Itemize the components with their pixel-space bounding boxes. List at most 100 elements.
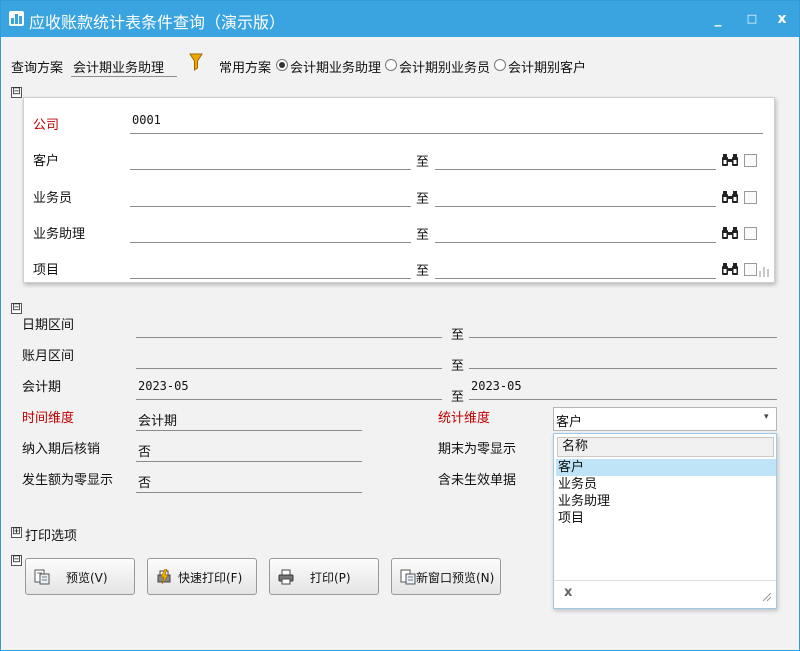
dropdown-option-salesperson[interactable]: 业务员 (556, 476, 776, 493)
sales-assistant-to-label: 至 (416, 228, 430, 243)
zero-amount-underline (136, 492, 362, 493)
salesperson-search-binoculars-icon[interactable] (721, 190, 739, 204)
app-icon (9, 11, 24, 26)
minimize-button[interactable]: _ (705, 7, 731, 31)
project-label: 项目 (33, 263, 60, 278)
print-label: 打印(P) (310, 571, 351, 585)
period-from-field[interactable]: 2023-05 (138, 379, 189, 393)
report-query-window: 应收账款统计表条件查询（演示版） _ □ x 查询方案 会计期业务助理 常用方案… (0, 0, 800, 651)
filters-panel: 公司 0001 客户 至 业务员 至 业务助理 至 项目 至 (23, 97, 775, 283)
filters-collapse-toggle[interactable]: ⊟ (11, 87, 22, 98)
sales-assistant-from-field[interactable] (130, 242, 411, 243)
new-window-preview-icon (400, 569, 416, 585)
project-checkbox[interactable] (744, 263, 757, 276)
scheme-radio-3[interactable] (494, 59, 506, 71)
preview-button[interactable]: 预览(V) (25, 558, 135, 595)
customer-search-binoculars-icon[interactable] (721, 153, 739, 167)
company-label: 公司 (33, 118, 60, 133)
query-scheme-input[interactable]: 会计期业务助理 (73, 57, 164, 76)
scheme-option-2[interactable]: 会计期别业务员 (399, 57, 490, 76)
sales-assistant-checkbox[interactable] (744, 227, 757, 240)
period-to-underline (469, 399, 777, 400)
sales-assistant-label: 业务助理 (33, 227, 86, 242)
month-from-field[interactable] (136, 368, 442, 369)
quick-print-button[interactable]: 快速打印(F) (147, 558, 257, 595)
period-to-label: 至 (451, 390, 465, 405)
scheme-radio-1[interactable] (276, 59, 288, 71)
scheme-option-1[interactable]: 会计期业务助理 (290, 57, 381, 76)
unposted-docs-label: 含未生效单据 (438, 473, 517, 488)
dropdown-clear-icon[interactable]: x (564, 585, 572, 600)
time-dimension-label: 时间维度 (22, 411, 75, 426)
company-underline (130, 133, 763, 134)
salesperson-from-field[interactable] (130, 206, 411, 207)
period-from-underline (136, 399, 442, 400)
dropdown-option-project[interactable]: 项目 (556, 510, 776, 527)
time-dimension-underline (136, 430, 362, 431)
zero-amount-display-field[interactable]: 否 (138, 472, 151, 491)
stat-dimension-value: 客户 (556, 415, 583, 430)
dropdown-option-customer[interactable]: 客户 (556, 459, 776, 476)
quick-print-label: 快速打印(F) (178, 571, 243, 585)
dropdown-column-header: 名称 (557, 437, 774, 457)
dropdown-option-sales-assistant[interactable]: 业务助理 (556, 493, 776, 510)
date-to-label: 至 (451, 328, 465, 343)
common-scheme-label: 常用方案 (219, 61, 272, 76)
new-window-preview-button[interactable]: 新窗口预览(N) (391, 558, 501, 595)
accounting-period-label: 会计期 (22, 380, 62, 395)
close-button[interactable]: x (769, 7, 795, 31)
quick-print-icon (157, 569, 171, 585)
scheme-radio-2[interactable] (385, 59, 397, 71)
project-from-field[interactable] (130, 278, 411, 279)
customer-checkbox[interactable] (744, 154, 757, 167)
query-scheme-label: 查询方案 (11, 61, 64, 76)
period-collapse-toggle[interactable]: ⊟ (11, 303, 22, 314)
chevron-down-icon[interactable]: ▾ (764, 412, 769, 422)
scheme-option-3[interactable]: 会计期别客户 (508, 57, 586, 76)
month-to-field[interactable] (469, 368, 777, 369)
salesperson-label: 业务员 (33, 191, 73, 206)
dropdown-footer-divider (554, 580, 776, 581)
print-options-label[interactable]: 打印选项 (25, 525, 77, 544)
salesperson-to-field[interactable] (435, 206, 716, 207)
salesperson-to-label: 至 (416, 192, 430, 207)
project-search-binoculars-icon[interactable] (721, 262, 739, 276)
sales-assistant-search-binoculars-icon[interactable] (721, 226, 739, 240)
customer-label: 客户 (33, 154, 60, 169)
zero-amount-display-label: 发生额为零显示 (22, 473, 114, 488)
preview-icon (34, 569, 50, 585)
chart-watermark-icon (759, 267, 769, 277)
company-field[interactable]: 0001 (132, 113, 161, 127)
window-title: 应收账款统计表条件查询（演示版） (29, 13, 286, 32)
maximize-button[interactable]: □ (739, 7, 765, 31)
salesperson-checkbox[interactable] (744, 191, 757, 204)
print-button[interactable]: 打印(P) (269, 558, 379, 595)
actions-collapse-toggle[interactable]: ⊟ (11, 555, 22, 566)
include-later-underline (136, 461, 362, 462)
time-dimension-field[interactable]: 会计期 (138, 410, 177, 429)
sales-assistant-to-field[interactable] (435, 242, 716, 243)
customer-from-field[interactable] (130, 169, 411, 170)
account-month-label: 账月区间 (22, 349, 75, 364)
month-to-label: 至 (451, 359, 465, 374)
date-from-field[interactable] (136, 337, 442, 338)
title-bar: 应收账款统计表条件查询（演示版） _ □ x (1, 1, 799, 37)
project-to-label: 至 (416, 264, 430, 279)
period-end-zero-label: 期末为零显示 (438, 442, 517, 457)
query-scheme-underline (71, 76, 177, 77)
stat-dimension-select[interactable]: 客户 ▾ (553, 407, 777, 431)
customer-to-field[interactable] (435, 169, 716, 170)
customer-to-label: 至 (416, 155, 430, 170)
resize-grip-icon[interactable] (762, 592, 772, 602)
date-range-label: 日期区间 (22, 318, 75, 333)
date-to-field[interactable] (469, 337, 777, 338)
print-options-expand-toggle[interactable]: ⊞ (11, 527, 22, 538)
project-to-field[interactable] (435, 278, 716, 279)
new-window-preview-label: 新窗口预览(N) (416, 571, 495, 585)
filter-funnel-icon[interactable] (189, 53, 203, 71)
include-later-writeoff-field[interactable]: 否 (138, 441, 151, 460)
printer-icon (278, 569, 294, 585)
period-to-field[interactable]: 2023-05 (471, 379, 522, 393)
preview-label: 预览(V) (66, 571, 108, 585)
stat-dimension-dropdown: 名称 客户 业务员 业务助理 项目 x (553, 433, 777, 609)
